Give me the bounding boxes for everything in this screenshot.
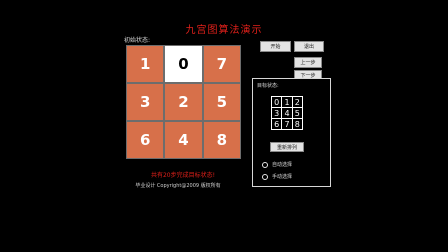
app-title: 九宫图算法演示	[185, 25, 263, 36]
radio-manual[interactable]	[262, 173, 268, 180]
target-cell: 8	[292, 119, 302, 129]
tile-7[interactable]: 7	[203, 46, 240, 82]
tile-3[interactable]: 3	[127, 84, 164, 120]
tile-4[interactable]: 4	[165, 122, 202, 158]
prev-step-button[interactable]: 上一步	[294, 57, 322, 68]
exit-button[interactable]: 退出	[294, 41, 324, 52]
radio-auto[interactable]	[262, 161, 268, 168]
tile-5[interactable]: 5	[203, 84, 240, 120]
manual-select-label: 手动选择	[272, 174, 293, 180]
reset-button[interactable]: 重新排列	[270, 142, 304, 152]
target-state-panel	[252, 78, 331, 187]
target-cell: 2	[292, 97, 302, 107]
manual-select-option[interactable]: 手动选择	[262, 173, 292, 180]
tile-blank[interactable]: 0	[165, 46, 202, 82]
auto-select-label: 自动选择	[272, 162, 293, 168]
target-cell: 7	[282, 119, 292, 129]
target-cell: 3	[272, 108, 282, 118]
auto-select-option[interactable]: 自动选择	[262, 161, 292, 168]
tile-1[interactable]: 1	[127, 46, 164, 82]
copyright-text: 毕业设计 Copyright@2009 版权所有	[135, 183, 221, 189]
tile-8[interactable]: 8	[203, 122, 240, 158]
tile-2[interactable]: 2	[165, 84, 202, 120]
puzzle-grid: 1 0 7 3 2 5 6 4 8	[126, 45, 241, 159]
tile-6[interactable]: 6	[127, 122, 164, 158]
target-cell: 0	[272, 97, 282, 107]
start-button[interactable]: 开始	[260, 41, 291, 52]
target-cell: 4	[282, 108, 292, 118]
initial-state-label: 初始状态:	[124, 37, 151, 44]
target-cell: 1	[282, 97, 292, 107]
target-cell: 6	[272, 119, 282, 129]
target-grid: 0 1 2 3 4 5 6 7 8	[271, 96, 303, 130]
status-text: 共有20步完成目标状态!	[150, 172, 216, 179]
target-state-label: 目标状态:	[257, 83, 279, 89]
target-cell: 5	[292, 108, 302, 118]
